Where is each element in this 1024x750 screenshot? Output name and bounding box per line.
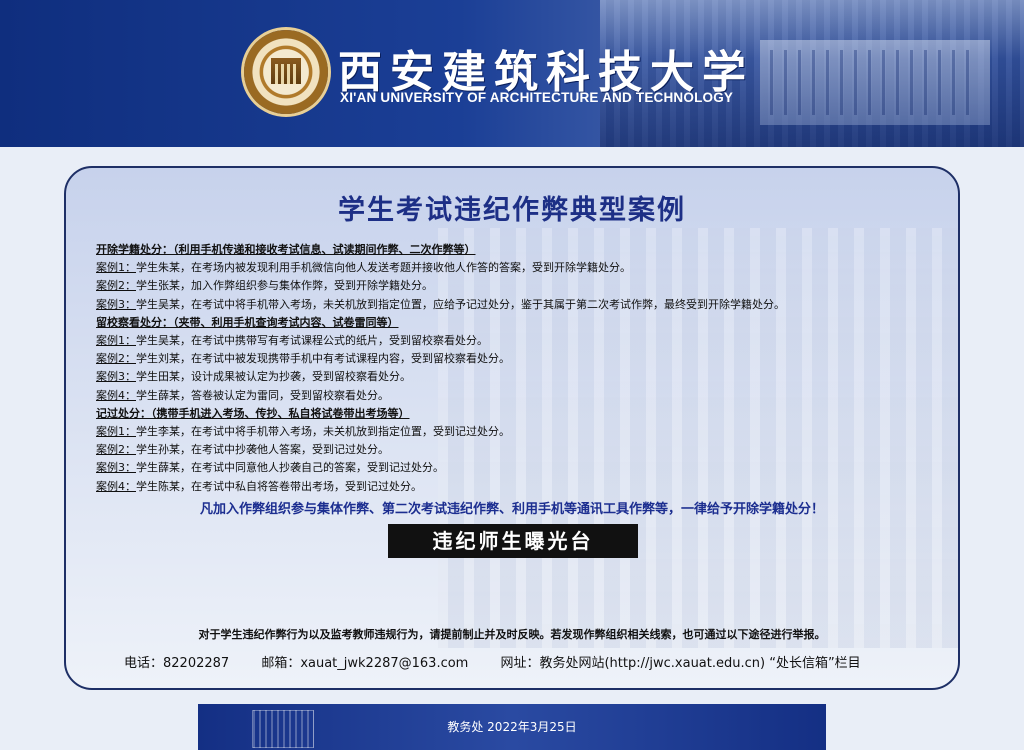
- section-heading-probation: 留校察看处分：（夹带、利用手机查询考试内容、试卷雷同等）: [96, 315, 399, 329]
- list-item: 案例3：学生薛某，在考试中同意他人抄袭自己的答案，受到记过处分。: [96, 461, 444, 475]
- contact-email: 邮箱：xauat_jwk2287@163.com: [261, 656, 469, 671]
- section-heading-expel: 开除学籍处分：（利用手机传递和接收考试信息、试读期间作弊、二次作弊等）: [96, 243, 476, 256]
- footer-text: 教务处 2022年3月25日: [447, 720, 577, 734]
- header-banner: 西安建筑科技大学 XI'AN UNIVERSITY OF ARCHITECTUR…: [0, 0, 1024, 147]
- contact-info: 电话：82202287 邮箱：xauat_jwk2287@163.com 网址：…: [124, 652, 944, 671]
- section-heading-demerit: 记过处分：（携带手机进入考场、传抄、私自将试卷带出考场等）: [96, 406, 410, 420]
- list-item: 案例1：学生朱某，在考场内被发现利用手机微信向他人发送考题并接收他人作答的答案，…: [96, 261, 631, 275]
- university-chinese-name: 西安建筑科技大学: [338, 47, 754, 98]
- list-item: 案例3：学生吴某，在考试中将手机带入考场，未关机放到指定位置，应给予记过处分，鉴…: [96, 297, 785, 311]
- page-title: 学生考试违纪作弊典型案例: [338, 195, 686, 226]
- footer-bar: 教务处 2022年3月25日: [198, 704, 826, 750]
- list-item: 案例3：学生田某，设计成果被认定为抄袭，受到留校察看处分。: [96, 370, 411, 384]
- expulsion-notice: 凡加入作弊组织参与集体作弊、第二次考试违纪作弊、利用手机等通讯工具作弊等，一律给…: [199, 502, 824, 517]
- list-item: 案例1：学生吴某，在考试中携带写有考试课程公式的纸片，受到留校察看处分。: [96, 334, 488, 348]
- report-instructions: 对于学生违纪作弊行为以及监考教师违规行为，请提前制止并及时反映。若发现作弊组织相…: [198, 628, 826, 641]
- contact-phone: 电话：82202287: [124, 656, 230, 671]
- list-item: 案例1：学生李某，在考试中将手机带入考场，未关机放到指定位置，受到记过处分。: [96, 425, 510, 439]
- case-list: 开除学籍处分：（利用手机传递和接收考试信息、试读期间作弊、二次作弊等） 案例1：…: [96, 241, 946, 496]
- gate-icon: [271, 58, 301, 84]
- list-item: 案例2：学生孙某，在考试中抄袭他人答案，受到记过处分。: [96, 443, 389, 457]
- university-seal-logo: [244, 30, 328, 114]
- campus-building-image: [760, 40, 990, 125]
- list-item: 案例2：学生张某，加入作弊组织参与集体作弊，受到开除学籍处分。: [96, 279, 433, 293]
- main-panel: 学生考试违纪作弊典型案例 开除学籍处分：（利用手机传递和接收考试信息、试读期间作…: [64, 166, 960, 690]
- list-item: 案例4：学生薛某，答卷被认定为雷同，受到留校察看处分。: [96, 388, 389, 402]
- list-item: 案例4：学生陈某，在考试中私自将答卷带出考场，受到记过处分。: [96, 479, 422, 493]
- exposure-board-label: 违纪师生曝光台: [388, 524, 638, 558]
- university-english-name: XI'AN UNIVERSITY OF ARCHITECTURE AND TEC…: [340, 90, 734, 105]
- contact-website: 网址：教务处网站(http://jwc.xauat.edu.cn) “处长信箱”…: [500, 656, 861, 671]
- list-item: 案例2：学生刘某，在考试中被发现携带手机中有考试课程内容，受到留校察看处分。: [96, 352, 510, 366]
